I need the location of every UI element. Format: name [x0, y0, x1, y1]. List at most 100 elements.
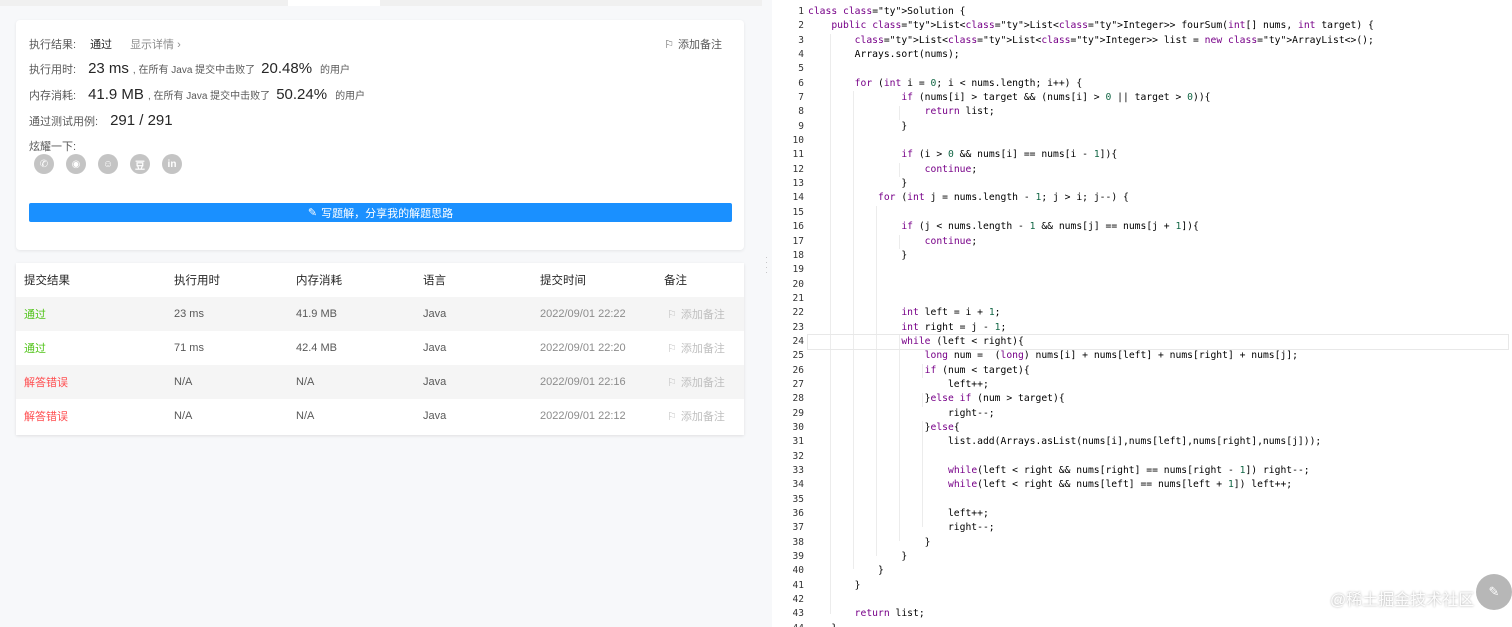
linkedin-icon[interactable]: in	[162, 154, 182, 174]
row-add-note[interactable]: ⚐ 添加备注	[667, 399, 725, 433]
write-solution-label: 写题解，分享我的解题思路	[321, 207, 454, 220]
runtime-row: 执行用时: 23 ms , 在所有 Java 提交中击败了 20.48% 的用户	[29, 60, 350, 77]
show-detail-link[interactable]: 显示详情 ›	[130, 36, 181, 52]
row-submit-time: 2022/09/01 22:22	[540, 308, 626, 320]
pane-resize-handle[interactable]: · · · ·	[762, 0, 772, 627]
code-line[interactable]: left++;	[808, 507, 1508, 521]
table-row[interactable]: 解答错误 N/A N/A Java 2022/09/01 22:12 ⚐ 添加备注	[16, 399, 744, 433]
row-add-note[interactable]: ⚐ 添加备注	[667, 331, 725, 365]
wechat-icon[interactable]: ✆	[34, 154, 54, 174]
code-line[interactable]: }	[808, 550, 1508, 564]
row-status[interactable]: 解答错误	[24, 365, 68, 399]
row-add-note[interactable]: ⚐ 添加备注	[667, 297, 725, 331]
code-line[interactable]: }	[808, 177, 1508, 191]
code-line[interactable]	[808, 292, 1508, 306]
code-line[interactable]: continue;	[808, 163, 1508, 177]
code-line[interactable]: class class="ty">Solution {	[808, 5, 1508, 19]
code-line[interactable]: }	[808, 249, 1508, 263]
code-line[interactable]: int left = i + 1;	[808, 306, 1508, 320]
code-line[interactable]: long num = (long) nums[i] + nums[left] +…	[808, 349, 1508, 363]
row-runtime: 71 ms	[174, 342, 204, 354]
code-line[interactable]: continue;	[808, 235, 1508, 249]
line-number: 2	[798, 20, 804, 32]
code-line[interactable]	[808, 450, 1508, 464]
row-note-label: 添加备注	[680, 309, 725, 321]
code-line[interactable]	[808, 206, 1508, 220]
code-line[interactable]: }else if (num > target){	[808, 392, 1508, 406]
write-solution-button[interactable]: ✎ 写题解，分享我的解题思路	[29, 203, 732, 222]
code-line[interactable]: right--;	[808, 521, 1508, 535]
code-line[interactable]: }	[808, 622, 1508, 627]
code-lines[interactable]: class class="ty">Solution { public class…	[807, 5, 1509, 627]
col-memory: 内存消耗	[296, 275, 342, 287]
code-line[interactable]	[808, 62, 1508, 76]
floating-edit-button[interactable]: ✎	[1476, 574, 1512, 610]
code-line[interactable]	[808, 278, 1508, 292]
qq-icon[interactable]: ☺	[98, 154, 118, 174]
code-line[interactable]: public class="ty">List<class="ty">List<c…	[808, 19, 1508, 33]
line-number: 14	[792, 192, 804, 204]
line-number: 42	[792, 594, 804, 606]
row-submit-time: 2022/09/01 22:12	[540, 410, 626, 422]
code-line[interactable]: for (int i = 0; i < nums.length; i++) {	[808, 77, 1508, 91]
row-memory: N/A	[296, 410, 315, 422]
line-number: 34	[792, 479, 804, 491]
row-runtime: 23 ms	[174, 308, 204, 320]
code-line[interactable]: if (nums[i] > target && (nums[i] > 0 || …	[808, 91, 1508, 105]
code-line[interactable]: class="ty">List<class="ty">List<class="t…	[808, 34, 1508, 48]
code-line[interactable]: Arrays.sort(nums);	[808, 48, 1508, 62]
row-add-note[interactable]: ⚐ 添加备注	[667, 365, 725, 399]
line-number: 27	[792, 378, 804, 390]
code-line[interactable]: }	[808, 564, 1508, 578]
row-submit-time: 2022/09/01 22:16	[540, 376, 626, 388]
line-number: 11	[792, 149, 804, 161]
line-number-gutter: 1 2 3 4 5 6 7 8 9 10 11 12 13 14 15 16 17 18 19 20 21 22 23 24 2…	[772, 5, 804, 627]
code-editor[interactable]: 1 2 3 4 5 6 7 8 9 10 11 12 13 14 15 16 17 18 19 20 21 22 23 24 2…	[772, 0, 1512, 627]
memory-percent: 50.24%	[276, 86, 328, 103]
line-number: 37	[792, 522, 804, 534]
code-line[interactable]: }	[808, 536, 1508, 550]
code-line[interactable]: if (i > 0 && nums[i] == nums[i - 1]){	[808, 148, 1508, 162]
tab-strip	[0, 0, 762, 6]
row-status[interactable]: 通过	[24, 331, 46, 365]
douban-icon[interactable]: 豆	[130, 154, 150, 174]
code-line[interactable]: while (left < right){	[807, 333, 1509, 351]
line-number: 29	[792, 407, 804, 419]
line-number: 18	[792, 249, 804, 261]
line-number: 1	[798, 6, 804, 17]
table-row[interactable]: 解答错误 N/A N/A Java 2022/09/01 22:16 ⚐ 添加备注	[16, 365, 744, 399]
code-line[interactable]: }	[808, 120, 1508, 134]
code-line[interactable]	[808, 493, 1508, 507]
code-line[interactable]	[808, 263, 1508, 277]
weibo-icon[interactable]: ◉	[66, 154, 86, 174]
code-line[interactable]: while(left < right && nums[left] == nums…	[808, 478, 1508, 492]
line-number: 25	[792, 350, 804, 362]
code-line[interactable]: return list;	[808, 105, 1508, 119]
code-line[interactable]: for (int j = nums.length - 1; j > i; j--…	[808, 191, 1508, 205]
active-tab[interactable]	[288, 0, 380, 6]
row-runtime: N/A	[174, 376, 193, 388]
line-number: 39	[792, 551, 804, 563]
code-line[interactable]: if (num < target){	[808, 364, 1508, 378]
code-line[interactable]: }else{	[808, 421, 1508, 435]
memory-row: 内存消耗: 41.9 MB , 在所有 Java 提交中击败了 50.24% 的…	[29, 86, 365, 103]
table-row[interactable]: 通过 71 ms 42.4 MB Java 2022/09/01 22:20 ⚐…	[16, 331, 744, 365]
row-submit-time: 2022/09/01 22:20	[540, 342, 626, 354]
add-note-button[interactable]: ⚐ 添加备注	[664, 36, 722, 52]
line-number: 41	[792, 579, 804, 591]
code-line[interactable]: right--;	[808, 407, 1508, 421]
code-line[interactable]: left++;	[808, 378, 1508, 392]
code-line[interactable]	[808, 134, 1508, 148]
line-number: 36	[792, 508, 804, 520]
flag-icon: ⚐	[667, 376, 677, 389]
line-number: 33	[792, 465, 804, 476]
flag-icon: ⚐	[667, 410, 677, 423]
code-line[interactable]: if (j < nums.length - 1 && nums[j] == nu…	[808, 220, 1508, 234]
line-number: 31	[792, 436, 804, 448]
row-status[interactable]: 通过	[24, 297, 46, 331]
code-line[interactable]: while(left < right && nums[right] == num…	[808, 464, 1508, 478]
table-row[interactable]: 通过 23 ms 41.9 MB Java 2022/09/01 22:22 ⚐…	[16, 297, 744, 331]
code-line[interactable]: list.add(Arrays.asList(nums[i],nums[left…	[808, 435, 1508, 449]
code-line[interactable]: int right = j - 1;	[808, 321, 1508, 335]
row-status[interactable]: 解答错误	[24, 399, 68, 433]
